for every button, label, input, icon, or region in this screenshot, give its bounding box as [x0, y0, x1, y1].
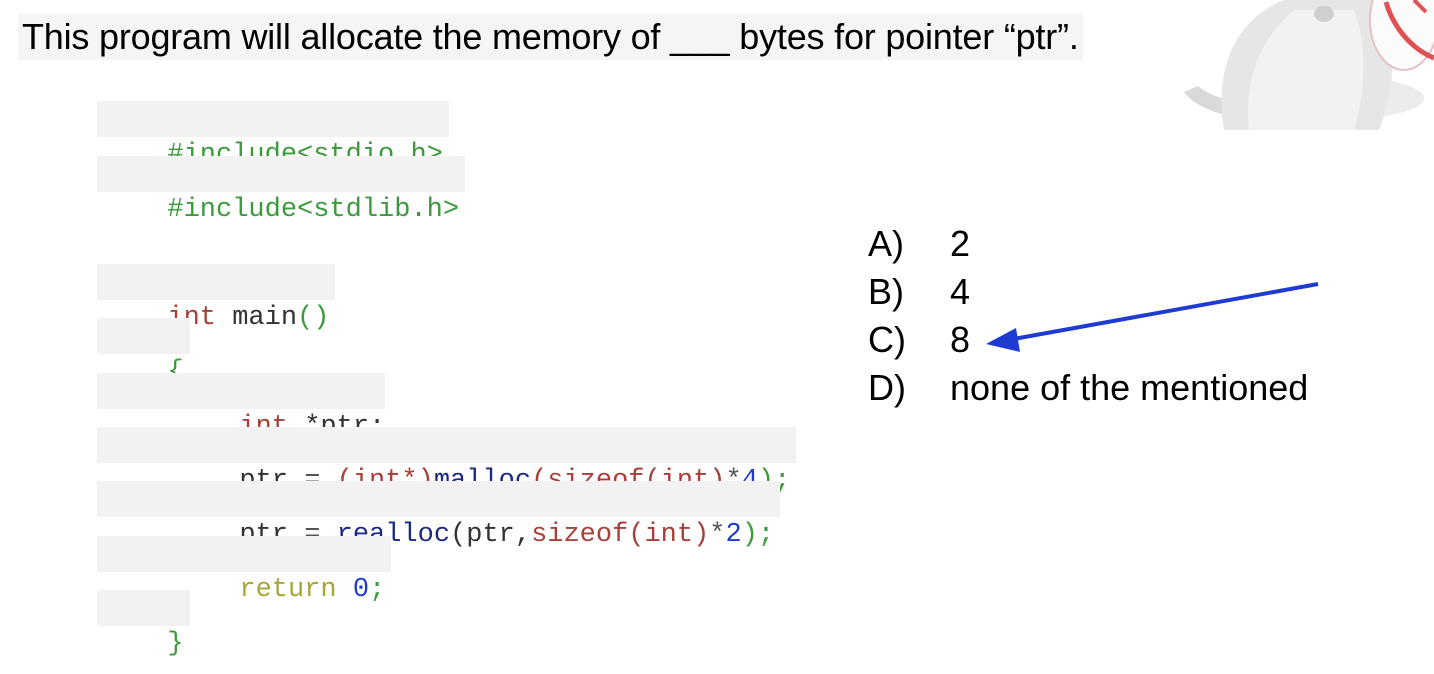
annotation-arrow-icon [986, 282, 1319, 352]
